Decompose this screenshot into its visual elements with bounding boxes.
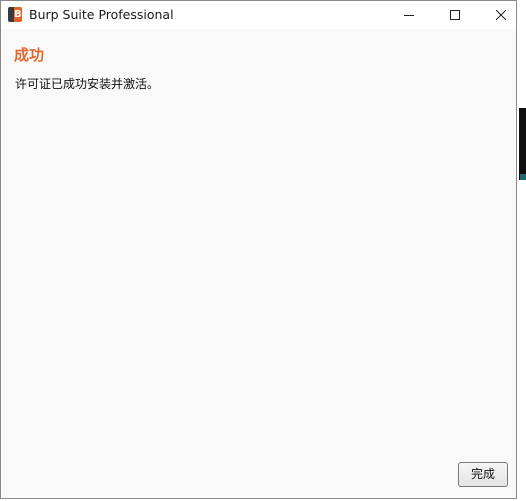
license-message: 许可证已成功安装并激活。 <box>15 77 160 91</box>
background-accent <box>520 174 526 180</box>
minimize-icon <box>404 15 414 16</box>
maximize-button[interactable] <box>432 1 478 29</box>
app-icon-glyph: B <box>14 9 22 20</box>
close-icon <box>496 10 506 20</box>
finish-button[interactable]: 完成 <box>458 462 508 487</box>
window-title: Burp Suite Professional <box>29 7 174 22</box>
maximize-icon <box>450 10 460 20</box>
success-heading: 成功 <box>14 46 45 64</box>
close-button[interactable] <box>478 1 524 29</box>
title-bar[interactable]: B Burp Suite Professional <box>1 1 516 29</box>
background-window-edge <box>519 108 526 180</box>
minimize-button[interactable] <box>386 1 432 29</box>
burp-suite-icon: B <box>8 7 22 22</box>
dialog-window: B Burp Suite Professional 成功 许可证已成功安装并激活… <box>0 0 517 499</box>
